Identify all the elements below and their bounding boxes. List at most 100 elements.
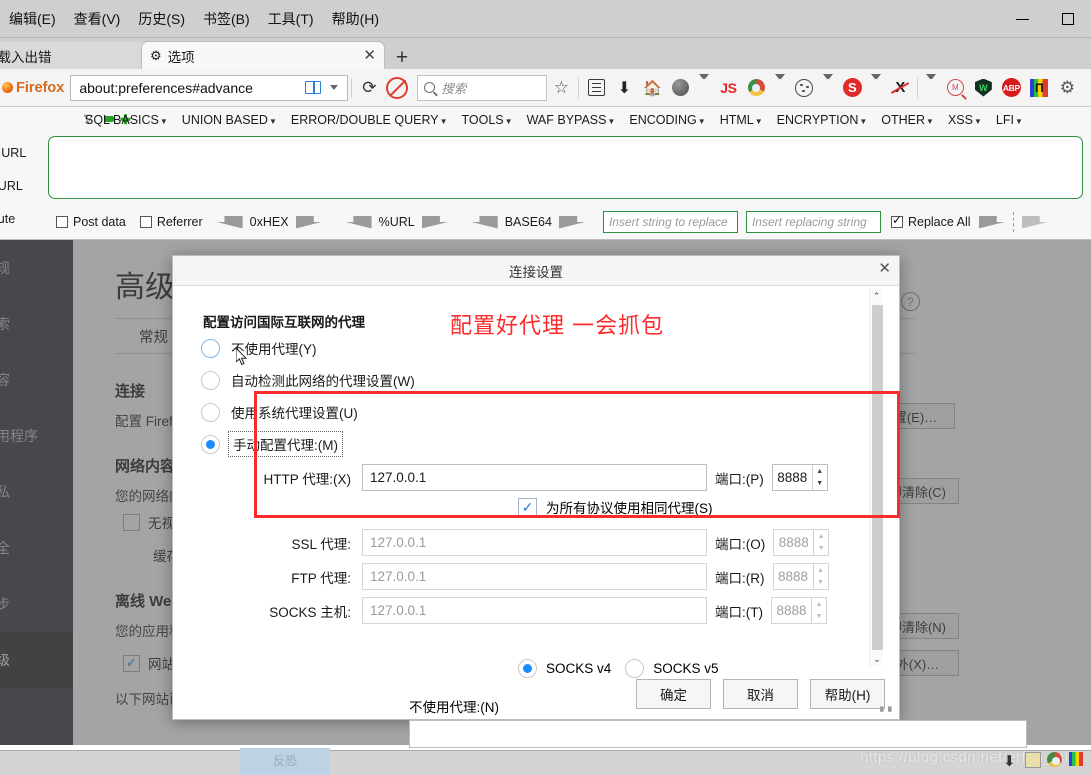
downloads-icon[interactable]: ⬇	[610, 74, 638, 102]
stepper-down-icon[interactable]: ▼	[812, 611, 826, 624]
browser-tab-options[interactable]: ⚙ 选项 ✕	[142, 42, 384, 69]
reader-list-icon[interactable]	[582, 74, 610, 102]
proxy-p-icon[interactable]	[1069, 752, 1085, 768]
hackbar-menu-encoding[interactable]: ENCODING▼	[622, 113, 712, 127]
socks-port-stepper[interactable]: 8888 ▲ ▼	[771, 597, 827, 624]
search-input[interactable]: 搜索	[417, 74, 548, 101]
bookmark-star-icon[interactable]: ☆	[547, 74, 575, 102]
stepper-up-icon[interactable]: ▲	[812, 598, 826, 611]
socks-host-input[interactable]: 127.0.0.1	[362, 597, 707, 624]
adblock-plus-icon[interactable]: ABP	[997, 74, 1025, 102]
close-icon[interactable]: ✕	[353, 48, 376, 63]
arrow-right-icon[interactable]	[978, 215, 1005, 229]
cancel-button[interactable]: 取消	[723, 679, 798, 709]
chevron-down-icon[interactable]	[330, 85, 339, 90]
radio-no-proxy[interactable]: 不使用代理(Y)	[201, 338, 317, 358]
hackbar-menu-error-double-query[interactable]: ERROR/DOUBLE QUERY▼	[284, 113, 455, 127]
note-icon[interactable]	[1025, 752, 1041, 768]
ok-button[interactable]: 确定	[636, 679, 711, 709]
menu-item-history[interactable]: 历史(S)	[129, 7, 194, 31]
minimize-button[interactable]	[999, 0, 1045, 38]
gear-icon[interactable]: ⚙	[1053, 74, 1081, 102]
reader-mode-icon[interactable]	[305, 81, 322, 94]
chevron-down-icon[interactable]	[775, 73, 786, 102]
replace-search-input[interactable]: Insert string to replace	[602, 211, 738, 233]
encoder-base64[interactable]: BASE64	[471, 215, 585, 229]
no-proxy-input[interactable]	[409, 720, 1027, 748]
radio-manual-proxy[interactable]: 手动配置代理:(M)	[201, 431, 343, 457]
encoder-hex[interactable]: 0xHEX	[216, 215, 322, 229]
http-proxy-input[interactable]: 127.0.0.1	[362, 464, 707, 491]
encoder-url[interactable]: %URL	[345, 215, 448, 229]
referrer-checkbox[interactable]: Referrer	[139, 215, 203, 229]
ssl-port-stepper[interactable]: 8888 ▲ ▼	[773, 529, 830, 556]
hackbar-url-textarea[interactable]	[48, 136, 1083, 199]
arrow-right-outline-icon[interactable]	[1021, 215, 1048, 229]
replace-with-input[interactable]: Insert replacing string	[745, 211, 881, 233]
menu-item-tools[interactable]: 工具(T)	[259, 7, 323, 31]
arrow-left-icon[interactable]	[345, 215, 372, 229]
reload-button[interactable]: ⟳	[355, 74, 383, 102]
hackbar-menu-waf-bypass[interactable]: WAF BYPASS▼	[520, 113, 623, 127]
cookie-icon[interactable]	[790, 74, 818, 102]
stepper-up-icon[interactable]: ▲	[814, 530, 828, 543]
split-url-button[interactable]: Split URL	[0, 170, 40, 203]
chevron-down-icon[interactable]	[926, 73, 937, 102]
radio-socks-v5[interactable]: SOCKS v5	[625, 659, 719, 678]
noscript-blocked-icon[interactable]	[383, 74, 411, 102]
menu-item-edit[interactable]: 编辑(E)	[0, 7, 65, 31]
maximize-button[interactable]	[1045, 0, 1091, 38]
home-icon[interactable]: 🏠	[638, 74, 666, 102]
radio-auto-detect[interactable]: 自动检测此网络的代理设置(W)	[201, 370, 415, 390]
close-icon[interactable]: ✕	[878, 261, 891, 276]
stepper-down-icon[interactable]: ▼	[813, 478, 827, 491]
hackbar-menu-lfi[interactable]: LFI▼	[989, 113, 1030, 127]
url-bar[interactable]: about:preferences#advance	[70, 74, 349, 101]
scroll-up-icon[interactable]: ⌃	[870, 289, 883, 303]
stepper-up-icon[interactable]: ▲	[814, 564, 828, 577]
proxy-p-icon[interactable]: П	[1025, 74, 1053, 102]
menu-item-view[interactable]: 查看(V)	[65, 7, 130, 31]
load-url-button[interactable]: Load URL	[0, 137, 40, 170]
scrollbar-thumb[interactable]	[872, 305, 883, 650]
chrome-logo-icon[interactable]	[742, 74, 770, 102]
noscript-x-icon[interactable]: X	[886, 74, 914, 102]
stepper-down-icon[interactable]: ▼	[814, 543, 828, 556]
help-button[interactable]: 帮助(H)	[810, 679, 885, 709]
http-port-stepper[interactable]: 8888 ▲ ▼	[771, 464, 828, 491]
radio-system-proxy[interactable]: 使用系统代理设置(U)	[201, 402, 358, 422]
hackbar-menu-union-based[interactable]: UNION BASED▼	[175, 113, 284, 127]
arrow-left-icon[interactable]	[216, 215, 243, 229]
stepper-down-icon[interactable]: ▼	[814, 577, 828, 590]
ssl-proxy-input[interactable]: 127.0.0.1	[362, 529, 707, 556]
chevron-down-icon[interactable]	[699, 73, 710, 102]
chrome-logo-icon[interactable]	[1047, 752, 1063, 768]
resize-grip-icon[interactable]: ▘▘	[880, 707, 896, 718]
arrow-right-icon[interactable]	[295, 215, 322, 229]
search-magnifier-m-icon[interactable]: M	[941, 74, 969, 102]
menu-item-help[interactable]: 帮助(H)	[323, 7, 388, 31]
radio-socks-v4[interactable]: SOCKS v4	[518, 659, 611, 678]
download-arrow-icon[interactable]: ⬇	[1003, 752, 1019, 770]
hackbar-menu-other[interactable]: OTHER▼	[874, 113, 941, 127]
arrow-right-icon[interactable]	[558, 215, 585, 229]
same-proxy-checkbox[interactable]: ✓ 为所有协议使用相同代理(S)	[518, 497, 713, 517]
dialog-scrollbar[interactable]: ⌃ ⌄	[869, 289, 883, 666]
chevron-down-icon[interactable]	[871, 73, 882, 102]
ftp-port-stepper[interactable]: 8888 ▲ ▼	[772, 563, 829, 590]
menu-item-bookmarks[interactable]: 书签(B)	[194, 7, 259, 31]
js-icon[interactable]: JS	[714, 74, 742, 102]
hackbar-menu-xss[interactable]: XSS▼	[941, 113, 989, 127]
wappalyzer-shield-icon[interactable]: W	[969, 74, 997, 102]
globe-icon[interactable]	[666, 74, 694, 102]
new-tab-button[interactable]: +	[390, 46, 414, 68]
ftp-proxy-input[interactable]: 127.0.0.1	[362, 563, 707, 590]
arrow-right-icon[interactable]	[421, 215, 448, 229]
hackbar-menu-html[interactable]: HTML▼	[713, 113, 770, 127]
chevron-down-icon[interactable]	[823, 73, 834, 102]
hackbar-menu-tools[interactable]: TOOLS▼	[455, 113, 520, 127]
hackbar-menu-encryption[interactable]: ENCRYPTION▼	[770, 113, 875, 127]
arrow-left-icon[interactable]	[471, 215, 498, 229]
red-s-icon[interactable]: S	[838, 74, 866, 102]
post-data-checkbox[interactable]: Post data	[56, 215, 126, 229]
